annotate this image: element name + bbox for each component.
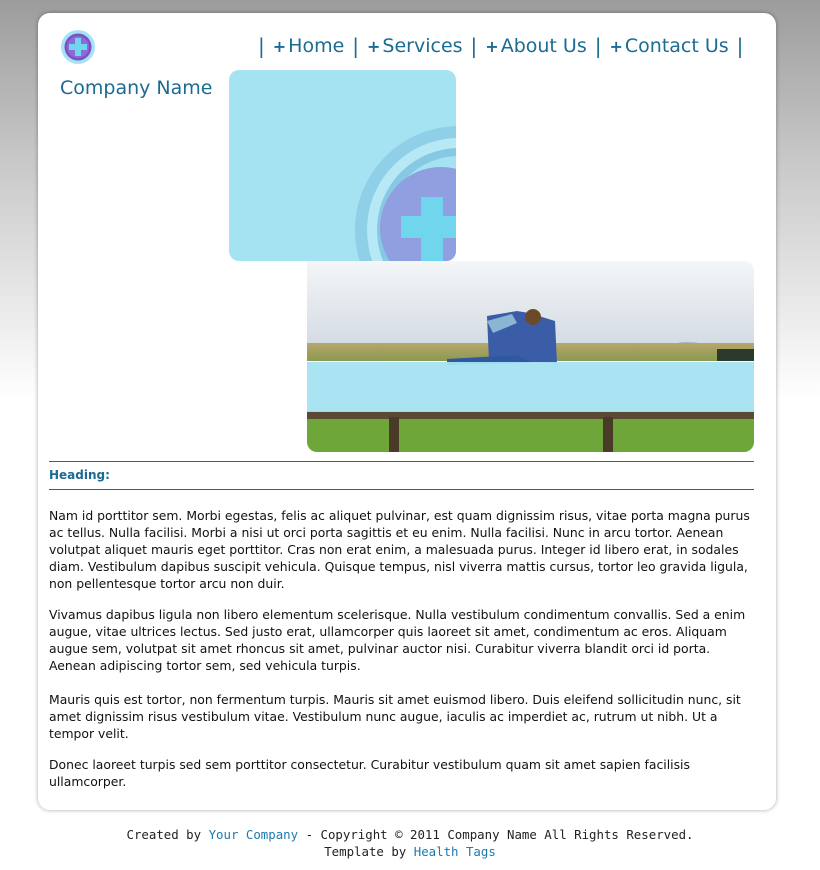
nav-item-label: About Us [500,35,587,57]
nav-separator: | [594,34,602,58]
nav-item-label: Contact Us [624,35,729,57]
main-content: Nam id porttitor sem. Morbi egestas, fel… [49,507,754,790]
nav-item-home[interactable]: + Home [273,35,345,57]
paragraph: Mauris quis est tortor, non fermentum tu… [49,692,741,741]
paragraph: Donec laoreet turpis sed sem porttitor c… [49,757,690,789]
content-heading-bar: Heading: [49,461,754,490]
nav-item-label: Home [288,35,345,57]
footer-copyright: - Copyright © 2011 Company Name All Righ… [305,827,694,842]
nav-item-services[interactable]: + Services [367,35,463,57]
medical-cross-watermark-icon [355,126,456,261]
paragraph: Nam id porttitor sem. Morbi egestas, fel… [49,508,750,591]
footer: Created by Your Company - Copyright © 20… [0,826,820,860]
medical-cross-icon[interactable] [60,29,96,65]
your-company-link[interactable]: Your Company [209,827,299,842]
footer-line-2: Template by Health Tags [0,843,820,860]
nav-separator: | [352,34,360,58]
nav-separator: | [470,34,478,58]
plus-icon: + [367,36,381,56]
paragraph: Vivamus dapibus ligula non libero elemen… [49,607,746,673]
hero-graphic [229,70,456,261]
nav-separator: | [258,34,265,58]
nav-item-contact-us[interactable]: + Contact Us [609,35,728,57]
footer-line-1: Created by Your Company - Copyright © 20… [0,826,820,843]
health-tags-link[interactable]: Health Tags [414,844,496,859]
company-name: Company Name [60,77,213,99]
nav-item-label: Services [382,35,463,57]
main-nav: | + Home | + Services | + About Us | + C… [250,33,751,59]
nav-separator: | [736,34,744,58]
content-heading: Heading: [49,468,110,482]
plus-icon: + [485,36,499,56]
hero-photo [307,261,754,452]
page-card: Company Name | + Home | + Services | + A… [38,13,776,810]
plus-icon: + [272,36,287,56]
footer-created-by: Created by [126,827,202,842]
nav-item-about-us[interactable]: + About Us [485,35,586,57]
landscape-photo-image [307,261,754,452]
plus-icon: + [609,36,623,56]
footer-template-by: Template by [324,844,407,859]
